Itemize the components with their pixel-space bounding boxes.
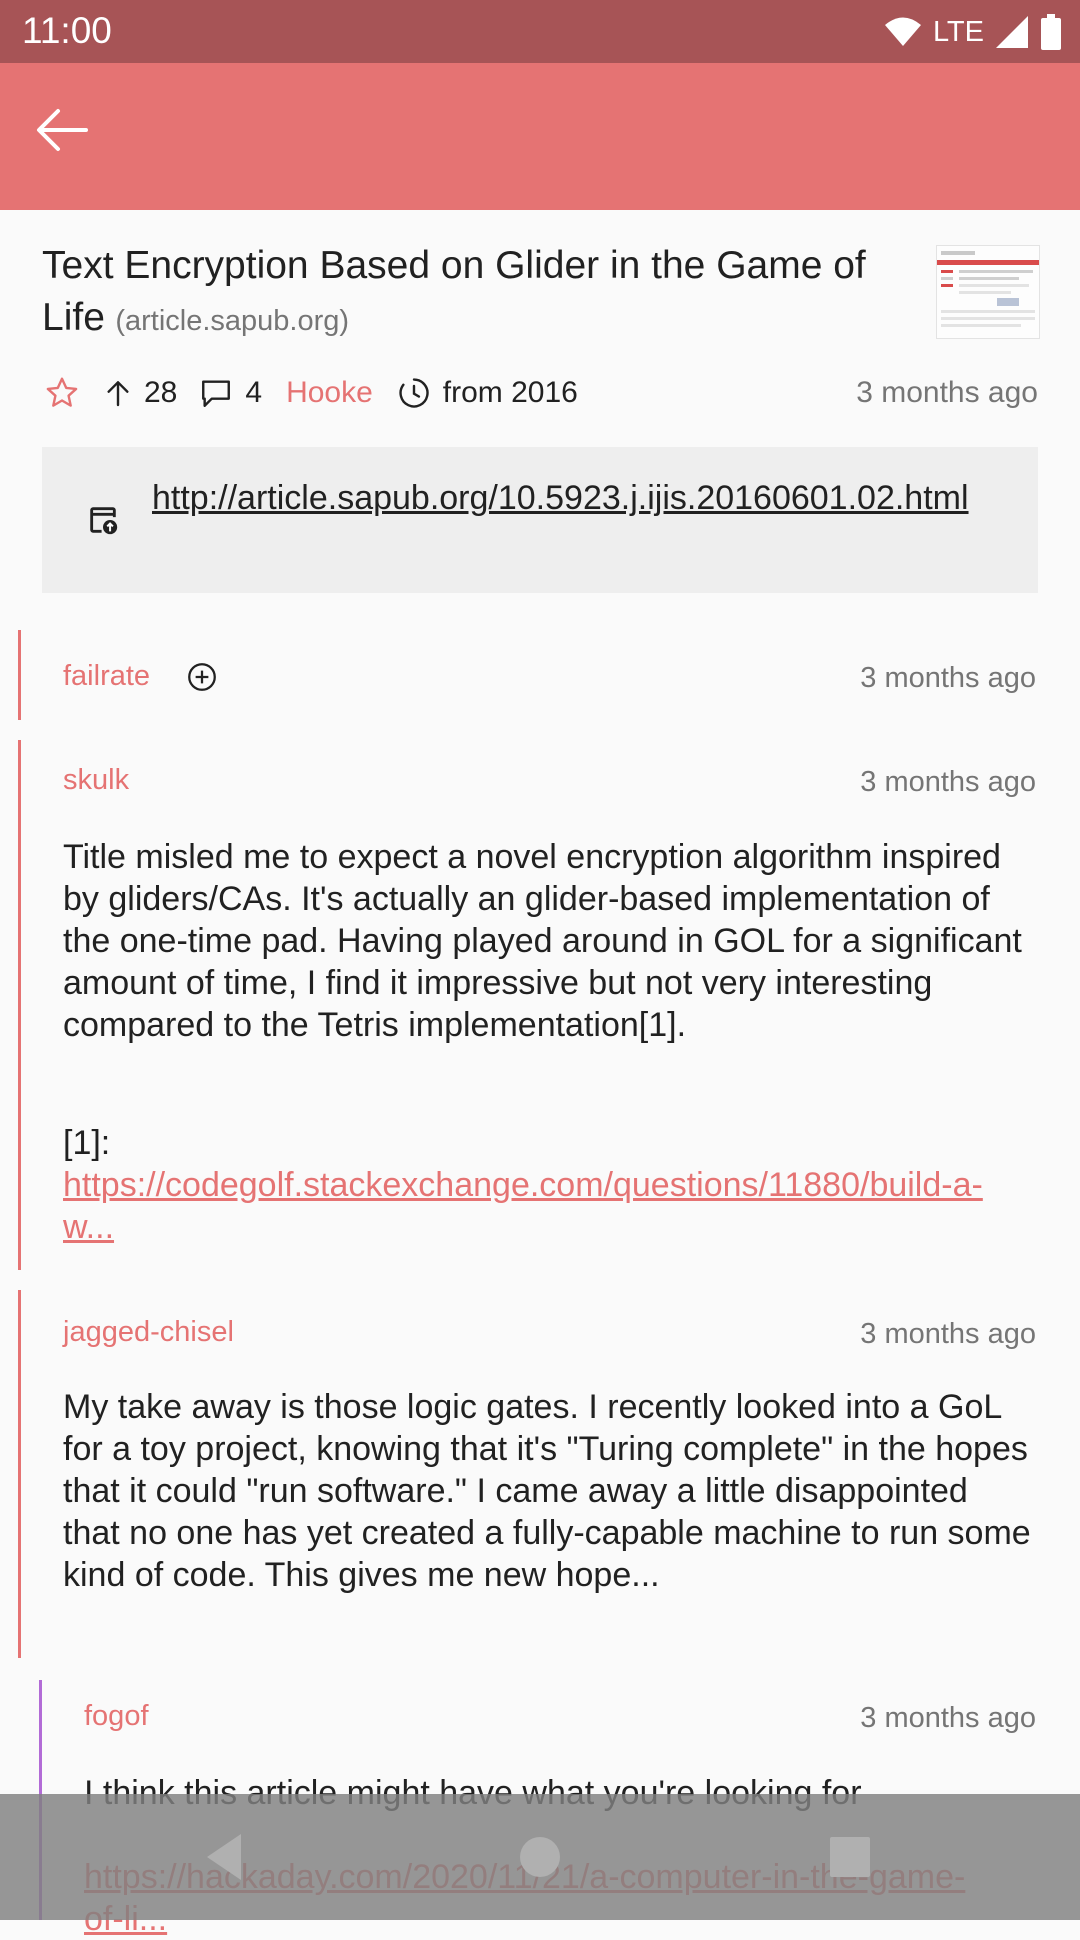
comment-count-button[interactable]: 4 [199, 376, 262, 410]
comment-ref: https://codegolf.stackexchange.com/quest… [63, 1164, 983, 1248]
nav-recents-button[interactable] [790, 1794, 910, 1920]
comment-ref-label: [1]: [63, 1124, 111, 1162]
comment[interactable]: skulk 3 months ago Title misled me to ex… [0, 740, 1080, 1270]
story-link-box[interactable]: http://article.sapub.org/10.5923.j.ijis.… [42, 447, 1038, 593]
nav-home-button[interactable] [480, 1794, 600, 1920]
story-header: Text Encryption Based on Glider in the G… [42, 240, 892, 344]
star-icon [46, 377, 78, 407]
story-year-label: from 2016 [442, 376, 578, 409]
back-arrow-icon [37, 109, 88, 151]
nav-recents-icon [830, 1837, 870, 1877]
comment-time: 3 months ago [860, 662, 1036, 694]
comment-time: 3 months ago [860, 1318, 1036, 1350]
signal-icon [996, 16, 1028, 48]
nav-home-icon [520, 1837, 560, 1877]
comment-link[interactable]: https://codegolf.stackexchange.com/quest… [63, 1166, 983, 1246]
story-url[interactable]: http://article.sapub.org/10.5923.j.ijis.… [152, 477, 1022, 519]
status-icons: LTE [883, 12, 1062, 52]
story-domain[interactable]: (article.sapub.org) [115, 305, 349, 337]
comment-body: My take away is those logic gates. I rec… [63, 1388, 1031, 1594]
favorite-button[interactable] [44, 375, 80, 411]
points: 28 [102, 376, 177, 410]
story-author[interactable]: Hooke [286, 376, 373, 410]
status-time: 11:00 [22, 10, 112, 51]
comment-author[interactable]: fogof [84, 1700, 149, 1733]
story-time: 3 months ago [856, 376, 1038, 409]
comment-time: 3 months ago [860, 766, 1036, 798]
comment-author[interactable]: jagged-chisel [63, 1316, 234, 1349]
comment-author[interactable]: skulk [63, 764, 129, 797]
comment-collapsed[interactable]: failrate 3 months ago [0, 630, 1080, 720]
thread-line [18, 630, 21, 720]
points-count: 28 [144, 376, 178, 409]
nav-back-icon [207, 1834, 241, 1880]
story-thumbnail[interactable] [936, 245, 1040, 339]
thread-line [18, 740, 21, 1270]
comment-icon [202, 380, 231, 407]
clock-icon [399, 378, 429, 408]
network-type: LTE [932, 15, 984, 48]
wifi-icon [884, 17, 921, 46]
comment-time: 3 months ago [860, 1702, 1036, 1734]
nav-back-button[interactable] [165, 1794, 285, 1920]
battery-icon [1041, 14, 1061, 50]
story-year: from 2016 [397, 376, 578, 410]
expand-button[interactable] [185, 660, 219, 699]
comment[interactable]: jagged-chisel 3 months ago My take away … [0, 1290, 1080, 1658]
status-bar: 11:00 LTE [0, 0, 1080, 63]
open-link-icon [90, 507, 118, 535]
thread-line [18, 1290, 21, 1658]
comment-count: 4 [245, 376, 263, 409]
story-meta: 28 4 Hooke from 2016 3 months ago [42, 368, 1038, 418]
expand-plus-icon [188, 663, 216, 691]
navigation-bar [0, 1794, 1080, 1920]
back-button[interactable] [36, 108, 110, 172]
comment-body: Title misled me to expect a novel encryp… [63, 838, 1022, 1044]
app-bar [0, 63, 1080, 210]
upvote-arrow-icon [107, 381, 129, 407]
comment-author[interactable]: failrate [63, 660, 150, 693]
